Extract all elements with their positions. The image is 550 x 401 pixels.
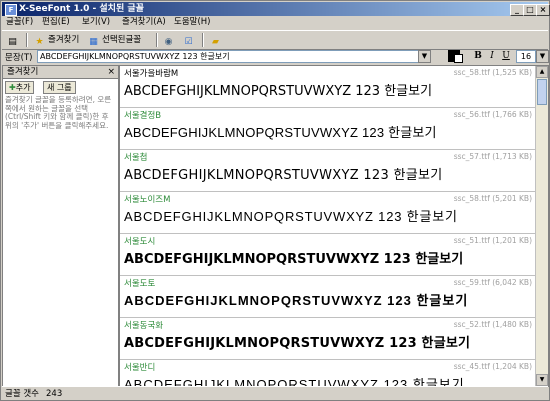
folder-icon: ▰ bbox=[212, 37, 219, 47]
font-file-info: ssc_57.ttf (1,713 KB) bbox=[453, 152, 532, 161]
font-name: 서울가을바람M bbox=[124, 69, 179, 79]
toolbar-separator bbox=[26, 33, 28, 47]
font-row[interactable]: 서울첩 ssc_57.ttf (1,713 KB) ABCDEFGHIJKLMNOP… bbox=[120, 150, 536, 192]
add-icon: ✚ bbox=[9, 83, 16, 92]
status-label: 글꼴 갯수 bbox=[5, 389, 39, 399]
close-button[interactable]: × bbox=[536, 4, 550, 16]
print-button[interactable]: ▤ bbox=[7, 33, 21, 47]
printer-icon: ▤ bbox=[8, 37, 17, 47]
font-size-dropdown-arrow[interactable]: ▼ bbox=[536, 50, 549, 63]
menu-favorites[interactable]: 즐겨찾기(A) bbox=[122, 17, 166, 28]
vertical-scrollbar[interactable]: ▲ ▼ bbox=[535, 66, 548, 386]
background-color-swatch[interactable] bbox=[454, 54, 463, 63]
font-file-info: ssc_59.ttf (6,042 KB) bbox=[453, 278, 532, 287]
new-group-label: 새 그룹 bbox=[47, 83, 72, 92]
toolbar-separator bbox=[202, 33, 204, 47]
menu-help[interactable]: 도움말(H) bbox=[174, 17, 210, 28]
font-sample: ABCDEFGHIJKLMNOPQRSTUVWXYZ 123 한글보기 bbox=[124, 209, 458, 224]
font-name: 서울동국화 bbox=[124, 321, 164, 331]
font-sample: ABCDEFGHIJKLMNOPQRSTUVWXYZ 123 한글보기 bbox=[124, 252, 464, 267]
favorites-pane-header: 즐겨찾기 × bbox=[3, 66, 118, 79]
add-favorite-button[interactable]: ✚추가 bbox=[5, 81, 35, 94]
new-group-button[interactable]: 새 그룹 bbox=[43, 81, 76, 94]
font-row[interactable]: 서울동국화 ssc_52.ttf (1,480 KB) ABCDEFGHIJKLMN… bbox=[120, 318, 536, 360]
add-favorite-label: 추가 bbox=[15, 83, 31, 92]
font-row[interactable]: 서울가을바람M ssc_58.ttf (1,525 KB) ABCDEFGHIJKL… bbox=[120, 66, 536, 108]
italic-button[interactable]: I bbox=[486, 50, 498, 62]
font-name: 서울도시 bbox=[124, 237, 156, 247]
app-window: F X-SeeFont 1.0 - 설치된 글꼴 _ □ × 글꼴(F) 편집(… bbox=[0, 0, 550, 401]
favorites-pane-title: 즐겨찾기 bbox=[7, 67, 39, 77]
preview-button[interactable]: ◉ bbox=[163, 33, 177, 47]
menu-view[interactable]: 보기(V) bbox=[82, 17, 110, 28]
font-file-info: ssc_52.ttf (1,480 KB) bbox=[453, 320, 532, 329]
font-sample: ABCDEFGHIJKLMNOPQRSTUVWXYZ 123 한글보기 bbox=[124, 84, 433, 99]
scroll-thumb[interactable] bbox=[537, 79, 547, 105]
selected-fonts-button[interactable]: ▦ 선택된글꼴 bbox=[88, 33, 141, 47]
font-list-icon: ▦ bbox=[89, 37, 98, 47]
font-row[interactable]: 서울반디 ssc_45.ttf (1,204 KB) ABCDEFGHIJKLMNO… bbox=[120, 360, 536, 386]
underline-button[interactable]: U bbox=[500, 50, 512, 62]
close-pane-icon[interactable]: × bbox=[107, 66, 115, 78]
folder-button[interactable]: ▰ bbox=[210, 33, 224, 47]
favorites-label: 즐겨찾기 bbox=[48, 35, 80, 45]
menu-bar: 글꼴(F) 편집(E) 보기(V) 즐겨찾기(A) 도움말(H) bbox=[2, 16, 548, 29]
font-row[interactable]: 서울결정B ssc_56.ttf (1,766 KB) ABCDEFGHIJKLMN… bbox=[120, 108, 536, 150]
favorites-pane: 즐겨찾기 × ✚추가 새 그룹 즐겨찾기 글꼴을 등록하려면, 오른쪽에서 원하… bbox=[2, 65, 119, 387]
window-title: X-SeeFont 1.0 - 설치된 글꼴 bbox=[19, 4, 144, 14]
font-name: 서울결정B bbox=[124, 111, 162, 121]
sample-bar: 문장(T) ABCDEFGHIJKLMNOPQRSTUVWXYZ 123 한글보… bbox=[2, 49, 549, 64]
app-icon: F bbox=[5, 4, 17, 16]
view-icon: ◉ bbox=[164, 37, 173, 47]
font-sample: ABCDEFGHIJKLMNOPQRSTUVWXYZ 123 한글보기 bbox=[124, 293, 469, 308]
check-button[interactable]: ☑ bbox=[183, 33, 197, 47]
font-name: 서울반디 bbox=[124, 363, 156, 373]
toolbar: ▤ ★ 즐겨찾기 ▦ 선택된글꼴 ◉ ☑ ▰ bbox=[2, 30, 548, 50]
menu-font[interactable]: 글꼴(F) bbox=[6, 17, 33, 28]
font-row[interactable]: 서울노이즈M ssc_58.ttf (5,201 KB) ABCDEFGHIJKLM… bbox=[120, 192, 536, 234]
font-row[interactable]: 서울도토 ssc_59.ttf (6,042 KB) ABCDEFGHIJKLMNO… bbox=[120, 276, 536, 318]
favorites-pane-buttons: ✚추가 새 그룹 bbox=[3, 80, 118, 94]
font-count: 243 bbox=[46, 389, 63, 399]
sample-dropdown-arrow[interactable]: ▼ bbox=[418, 50, 431, 63]
font-file-info: ssc_58.ttf (1,525 KB) bbox=[453, 68, 532, 77]
star-icon: ★ bbox=[35, 37, 44, 47]
sample-label: 문장(T) bbox=[5, 53, 33, 63]
sample-text-input[interactable]: ABCDEFGHIJKLMNOPQRSTUVWXYZ 123 한글보기 bbox=[37, 50, 419, 63]
font-sample: ABCDEFGHIJKLMNOPQRSTUVWXYZ 123 한글보기 bbox=[124, 336, 471, 351]
favorites-help-text: 즐겨찾기 글꼴을 등록하려면, 오른쪽에서 원하는 글꼴을 선택(Ctrl/Sh… bbox=[5, 95, 112, 130]
minimize-button[interactable]: _ bbox=[510, 4, 524, 16]
font-file-info: ssc_58.ttf (5,201 KB) bbox=[453, 194, 532, 203]
font-size-input[interactable]: 16 bbox=[516, 50, 536, 63]
scroll-down-arrow[interactable]: ▼ bbox=[536, 374, 548, 386]
selected-fonts-label: 선택된글꼴 bbox=[102, 35, 142, 45]
font-sample: ABCDEFGHIJKLMNOPQRSTUVWXYZ 123 한글보기 bbox=[124, 168, 443, 183]
font-file-info: ssc_56.ttf (1,766 KB) bbox=[453, 110, 532, 119]
status-bar: 글꼴 갯수 243 bbox=[2, 386, 548, 401]
bold-button[interactable]: B bbox=[472, 50, 484, 62]
font-name: 서울첩 bbox=[124, 153, 148, 163]
font-name: 서울노이즈M bbox=[124, 195, 171, 205]
toolbar-separator bbox=[156, 33, 158, 47]
font-file-info: ssc_51.ttf (1,201 KB) bbox=[453, 236, 532, 245]
maximize-button[interactable]: □ bbox=[523, 4, 537, 16]
font-name: 서울도토 bbox=[124, 279, 156, 289]
title-bar[interactable]: F X-SeeFont 1.0 - 설치된 글꼴 _ □ × bbox=[2, 2, 550, 16]
menu-edit[interactable]: 편집(E) bbox=[42, 17, 70, 28]
font-row[interactable]: 서울도시 ssc_51.ttf (1,201 KB) ABCDEFGHIJKLMNO… bbox=[120, 234, 536, 276]
scroll-up-arrow[interactable]: ▲ bbox=[536, 66, 548, 78]
font-list: 서울가을바람M ssc_58.ttf (1,525 KB) ABCDEFGHIJKL… bbox=[119, 65, 549, 387]
font-file-info: ssc_45.ttf (1,204 KB) bbox=[453, 362, 532, 371]
font-sample: ABCDEFGHIJKLMNOPQRSTUVWXYZ 123 한글보기 bbox=[124, 125, 437, 140]
checklist-icon: ☑ bbox=[184, 37, 193, 47]
favorites-button[interactable]: ★ 즐겨찾기 bbox=[34, 33, 79, 47]
